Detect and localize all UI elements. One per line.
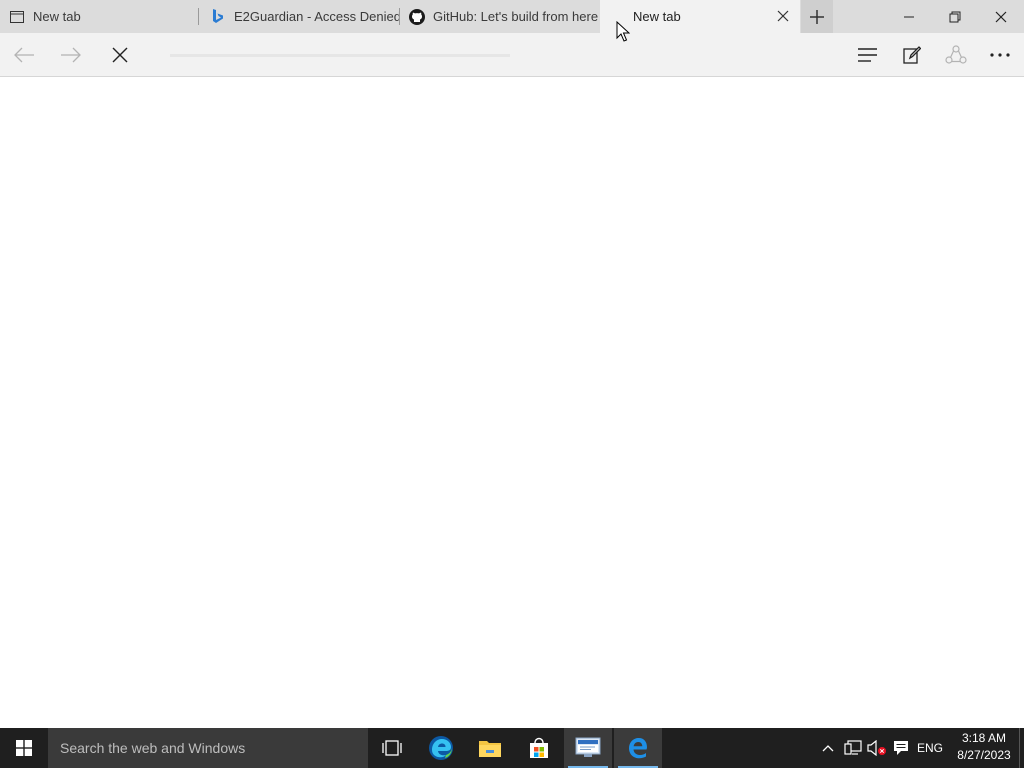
minimize-button[interactable] [886, 0, 932, 33]
share-icon [945, 44, 967, 64]
share-button[interactable] [934, 33, 978, 76]
tab-label: New tab [633, 9, 681, 24]
bing-icon [210, 9, 226, 25]
show-hidden-icons-button[interactable] [818, 728, 838, 768]
tab-new-tab-1[interactable]: New tab [0, 0, 198, 33]
tab-label: GitHub: Let's build from here [433, 9, 599, 24]
ellipsis-icon [990, 52, 1010, 57]
tab-e2guardian[interactable]: E2Guardian - Access Denied [199, 0, 399, 33]
more-actions-button[interactable] [978, 33, 1022, 76]
network-icon [844, 740, 862, 755]
edge-icon [429, 736, 453, 760]
clock[interactable]: 3:18 AM 8/27/2023 [950, 730, 1018, 766]
minimize-icon [904, 16, 914, 17]
tab-github[interactable]: GitHub: Let's build from here [400, 0, 600, 33]
close-tab-icon[interactable] [776, 9, 790, 23]
pen-note-icon [903, 45, 921, 64]
clock-date: 8/27/2023 [957, 748, 1011, 762]
tab-label: New tab [33, 9, 81, 24]
forward-arrow-icon [61, 47, 81, 62]
edge-legacy-icon [629, 738, 647, 759]
windows-logo-icon [16, 740, 32, 756]
github-icon [409, 8, 425, 25]
restore-button[interactable] [932, 0, 978, 33]
remote-desktop-icon [575, 737, 601, 757]
back-button[interactable] [2, 33, 46, 76]
clock-time: 3:18 AM [961, 731, 1007, 745]
search-placeholder: Search the web and Windows [60, 740, 246, 756]
task-view-icon [382, 740, 402, 756]
restore-icon [949, 11, 961, 22]
tab-label: E2Guardian - Access Denied [234, 9, 399, 24]
taskbar-search-input[interactable]: Search the web and Windows [48, 728, 368, 768]
plus-icon [810, 9, 824, 24]
hub-button[interactable] [846, 33, 890, 76]
page-content [0, 77, 1024, 728]
network-tray-button[interactable] [842, 728, 864, 768]
web-note-button[interactable] [890, 33, 934, 76]
address-bar-loading-placeholder [170, 54, 510, 57]
tab-new-tab-active[interactable]: New tab [600, 0, 800, 33]
navigation-bar [0, 33, 1024, 77]
taskbar-app-edge[interactable] [417, 728, 465, 768]
taskbar-app-edge-legacy[interactable] [614, 728, 662, 768]
taskbar-app-file-explorer[interactable] [466, 728, 514, 768]
store-bag-icon [530, 737, 548, 758]
stop-loading-button[interactable] [98, 33, 142, 76]
mouse-cursor-icon [616, 21, 630, 42]
taskbar-app-store[interactable] [515, 728, 563, 768]
address-bar[interactable] [160, 41, 830, 68]
new-tab-button[interactable] [801, 0, 833, 33]
taskbar-app-remote-desktop[interactable] [564, 728, 612, 768]
folder-icon [479, 741, 501, 757]
close-icon [995, 11, 1007, 22]
forward-button[interactable] [49, 33, 93, 76]
volume-muted-icon [867, 740, 886, 756]
input-language-indicator[interactable]: ENG [914, 728, 946, 768]
tab-strip: New tab E2Guardian - Access Denied GitHu… [0, 0, 1024, 33]
task-view-button[interactable] [368, 728, 416, 768]
start-button[interactable] [0, 728, 48, 768]
volume-tray-button[interactable] [866, 728, 888, 768]
taskbar: Search the web and Windows ENG 3:18 AM 8… [0, 728, 1024, 768]
close-window-button[interactable] [978, 0, 1024, 33]
back-arrow-icon [14, 47, 34, 62]
notification-icon [894, 741, 908, 755]
language-label: ENG [916, 741, 943, 755]
action-center-button[interactable] [890, 728, 912, 768]
page-icon [9, 9, 25, 25]
show-desktop-button[interactable] [1019, 728, 1024, 768]
hub-list-icon [858, 47, 877, 62]
stop-icon [112, 47, 128, 62]
chevron-up-icon [822, 745, 834, 752]
